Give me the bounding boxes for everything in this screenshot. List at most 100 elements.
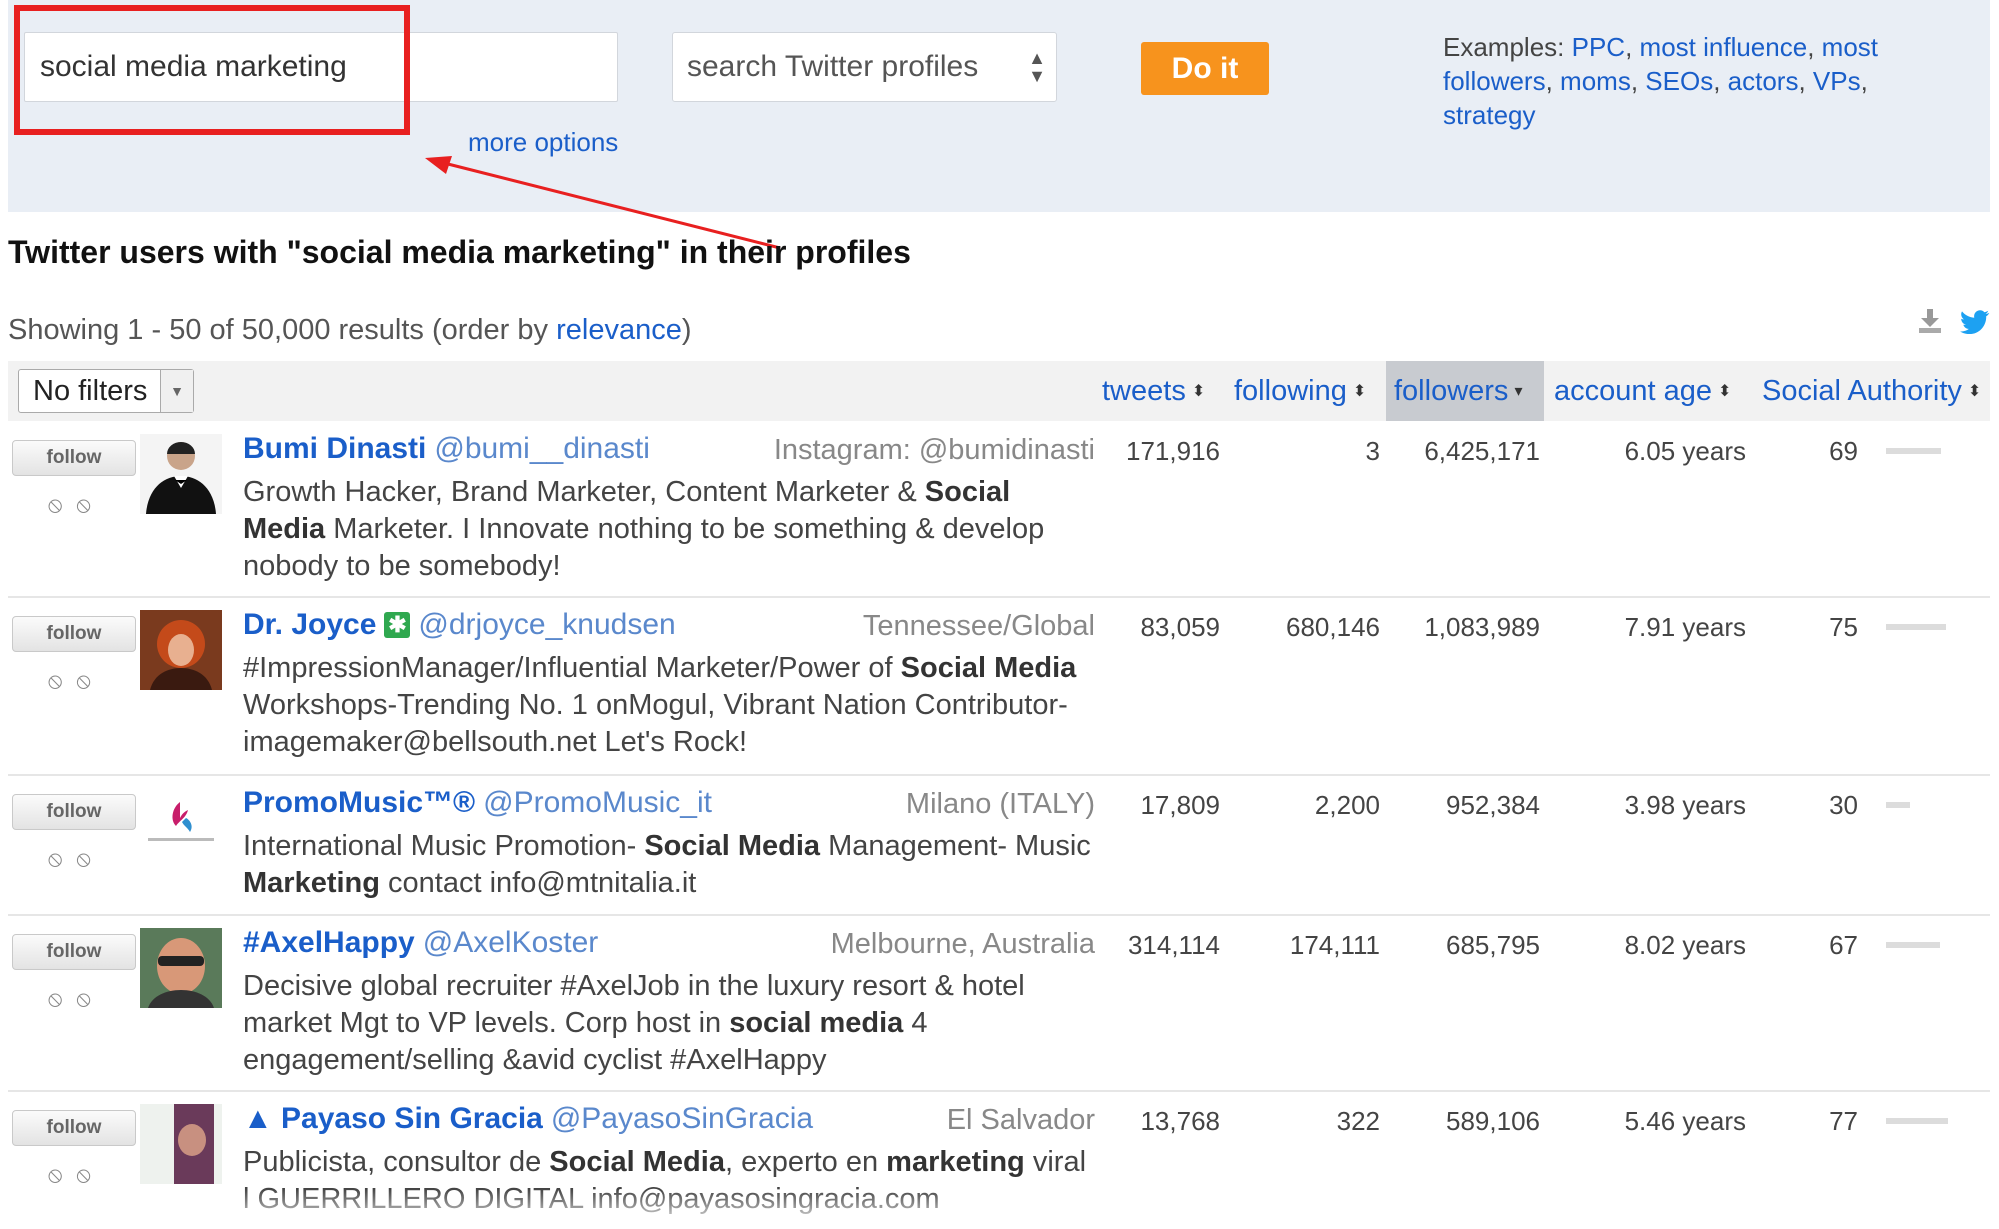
filter-caret-icon: ▼ <box>160 370 193 412</box>
twitter-bird-icon[interactable] <box>1960 310 1990 334</box>
profile-name-text[interactable]: #AxelHappy <box>243 926 415 959</box>
download-icon[interactable] <box>1918 308 1942 334</box>
follow-button[interactable]: follow <box>12 616 136 652</box>
search-type-select[interactable]: search Twitter profiles ▲ ▼ <box>672 32 1057 102</box>
order-by-relevance-link[interactable]: relevance <box>556 314 682 346</box>
column-header-account-age[interactable]: account age ⬍ <box>1546 361 1752 421</box>
profile-name[interactable]: ▲ Payaso Sin Gracia @PayasoSinGracia <box>243 1102 813 1136</box>
followers-count: 952,384 <box>1446 790 1540 820</box>
profile-handle[interactable]: @drjoyce_knudsen <box>418 608 675 641</box>
do-it-button[interactable]: Do it <box>1141 42 1269 95</box>
follow-button[interactable]: follow <box>12 934 136 970</box>
results-count-suffix: ) <box>681 314 692 346</box>
example-link-seos[interactable]: SEOs <box>1645 66 1713 96</box>
tweets-count: 83,059 <box>1140 612 1220 642</box>
example-link-moms[interactable]: moms <box>1560 66 1631 96</box>
profile-name-text[interactable]: ▲ Payaso Sin Gracia <box>243 1102 543 1135</box>
follow-button[interactable]: follow <box>12 440 136 476</box>
social-authority-bar <box>1886 802 1910 808</box>
account-age: 6.05 years <box>1624 436 1746 466</box>
account-age: 5.46 years <box>1624 1106 1746 1136</box>
table-row: follow ⦸⦸ Dr. Joyce ✱ @drjoyce_knudsen Ten… <box>8 598 1990 776</box>
profile-handle[interactable]: @PayasoSinGracia <box>551 1102 813 1135</box>
bottom-fade <box>0 1189 1999 1229</box>
following-count: 322 <box>1336 1106 1380 1136</box>
profile-name-text[interactable]: Dr. Joyce <box>243 608 376 641</box>
follow-button[interactable]: follow <box>12 794 136 830</box>
followers-count: 685,795 <box>1446 930 1540 960</box>
block-mute-icons[interactable]: ⦸⦸ <box>48 1162 105 1188</box>
block-mute-icons[interactable]: ⦸⦸ <box>48 668 105 694</box>
block-mute-icons[interactable]: ⦸⦸ <box>48 492 105 518</box>
followers-count: 589,106 <box>1446 1106 1540 1136</box>
avatar[interactable] <box>140 1104 222 1184</box>
sort-icon: ⬍ <box>1352 383 1367 401</box>
bio-text: Growth Hacker, Brand Marketer, Content M… <box>243 476 925 508</box>
column-header-social-authority-label: Social Authority <box>1762 375 1962 407</box>
column-header-tweets[interactable]: tweets ⬍ <box>1094 361 1224 421</box>
profile-bio: Decisive global recruiter #AxelJob in th… <box>243 968 1093 1079</box>
table-header: No filters ▼ tweets ⬍ following ⬍ follower… <box>8 361 1990 421</box>
bio-text: Publicista, consultor de <box>243 1146 550 1178</box>
filter-label: No filters <box>33 375 148 407</box>
table-row: follow ⦸⦸ Bumi Dinasti @bumi__dinasti Ins… <box>8 422 1990 598</box>
column-header-following-label: following <box>1234 375 1347 407</box>
profile-bio: Growth Hacker, Brand Marketer, Content M… <box>243 474 1093 585</box>
example-link-actors[interactable]: actors <box>1728 66 1799 96</box>
filter-select[interactable]: No filters ▼ <box>18 369 194 413</box>
bio-keyword: Social Media <box>644 830 821 862</box>
bio-keyword: marketing <box>886 1146 1025 1178</box>
bio-keyword: social media <box>729 1007 904 1039</box>
profile-name[interactable]: PromoMusic™® @PromoMusic_it <box>243 786 712 820</box>
bio-keyword: Marketing <box>243 867 380 899</box>
profile-location: El Salvador <box>946 1104 1095 1136</box>
profile-name[interactable]: Dr. Joyce ✱ @drjoyce_knudsen <box>243 608 676 642</box>
column-header-followers-label: followers <box>1394 375 1509 407</box>
profile-handle[interactable]: @bumi__dinasti <box>434 432 650 465</box>
avatar[interactable] <box>140 434 222 514</box>
profile-location: Tennessee/Global <box>862 610 1095 642</box>
block-mute-icons[interactable]: ⦸⦸ <box>48 846 105 872</box>
social-authority-score: 67 <box>1829 930 1858 960</box>
more-options-link[interactable]: more options <box>468 127 618 158</box>
example-link-vps[interactable]: VPs <box>1813 66 1861 96</box>
social-authority-score: 69 <box>1829 436 1858 466</box>
profile-name[interactable]: #AxelHappy @AxelKoster <box>243 926 598 960</box>
results-title: Twitter users with "social media marketi… <box>8 234 911 270</box>
column-header-followers[interactable]: followers ▾ <box>1386 361 1544 421</box>
follow-button[interactable]: follow <box>12 1110 136 1146</box>
sort-desc-icon: ▾ <box>1514 383 1523 401</box>
example-link-ppc[interactable]: PPC <box>1572 32 1625 62</box>
bio-text: #ImpressionManager/Influential Marketer/… <box>243 652 901 684</box>
social-authority-bar <box>1886 1118 1948 1124</box>
profile-name-text[interactable]: Bumi Dinasti <box>243 432 426 465</box>
following-count: 680,146 <box>1286 612 1380 642</box>
example-link-most-influence[interactable]: most influence <box>1640 32 1808 62</box>
avatar[interactable] <box>140 610 222 690</box>
column-header-following[interactable]: following ⬍ <box>1226 361 1386 421</box>
results-count-text: Showing 1 - 50 of 50,000 results (order … <box>8 314 557 346</box>
bio-text: International Music Promotion- <box>243 830 645 862</box>
example-link-strategy[interactable]: strategy <box>1443 100 1536 130</box>
column-header-social-authority[interactable]: Social Authority ⬍ <box>1754 361 1990 421</box>
bio-text: Workshops-Trending No. 1 onMogul, Vibran… <box>243 689 1068 758</box>
bio-keyword: Social Media <box>549 1146 725 1178</box>
profile-location: Milano (ITALY) <box>905 788 1095 820</box>
profile-name-text[interactable]: PromoMusic™® <box>243 786 475 819</box>
block-mute-icons[interactable]: ⦸⦸ <box>48 986 105 1012</box>
profile-location: Melbourne, Australia <box>830 928 1095 960</box>
account-age: 8.02 years <box>1624 930 1746 960</box>
profile-handle[interactable]: @AxelKoster <box>423 926 599 959</box>
profile-handle[interactable]: @PromoMusic_it <box>483 786 712 819</box>
column-header-account-age-label: account age <box>1554 375 1713 407</box>
profile-name[interactable]: Bumi Dinasti @bumi__dinasti <box>243 432 650 466</box>
tweets-count: 171,916 <box>1126 436 1220 466</box>
followers-count: 1,083,989 <box>1424 612 1540 642</box>
search-type-label: search Twitter profiles <box>687 50 979 83</box>
avatar[interactable] <box>140 788 222 868</box>
verified-badge-icon: ✱ <box>384 612 411 638</box>
table-row: follow ⦸⦸ #AxelHappy @AxelKoster Melbourn… <box>8 916 1990 1092</box>
social-authority-bar <box>1886 624 1946 630</box>
social-authority-bar <box>1886 448 1941 454</box>
avatar[interactable] <box>140 928 222 1008</box>
